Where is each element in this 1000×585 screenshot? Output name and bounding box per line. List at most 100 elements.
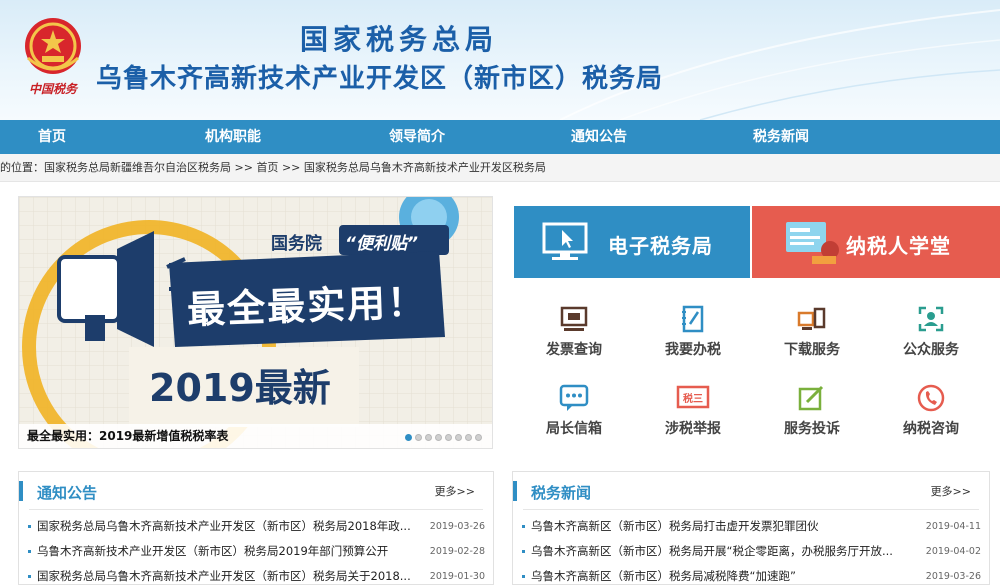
carousel-dot[interactable] xyxy=(465,434,472,441)
list-item-date: 2019-03-26 xyxy=(429,521,485,532)
bullet-icon xyxy=(28,575,31,578)
emblem-text: 中国税务 xyxy=(28,82,77,96)
list-item-title[interactable]: 乌鲁木齐高新区（新市区）税务局开展“税企零距离，办税服务厅开放... xyxy=(531,539,919,564)
notices-more-link[interactable]: 更多>> xyxy=(435,483,475,499)
service-label: 纳税咨询 xyxy=(903,421,959,437)
title-accent-bar xyxy=(19,481,23,501)
carousel-dots xyxy=(405,434,482,441)
tax-report-icon: 税三 xyxy=(676,385,710,409)
svg-text:税三: 税三 xyxy=(683,392,703,405)
phone-icon xyxy=(917,384,945,412)
notebook-pen-icon xyxy=(682,305,704,333)
service-label: 涉税举报 xyxy=(665,421,721,437)
banner-headline: 最全最实用！ xyxy=(186,279,428,333)
bullet-icon xyxy=(522,550,525,553)
bullet-icon xyxy=(28,525,31,528)
list-item-date: 2019-03-26 xyxy=(925,571,981,582)
breadcrumb-link-bureau[interactable]: 国家税务总局乌鲁木齐高新技术产业开发区税务局 xyxy=(304,161,546,174)
list-item-title[interactable]: 乌鲁木齐高新技术产业开发区（新市区）税务局2019年部门预算公开 xyxy=(37,539,435,564)
service-public[interactable]: 公众服务 xyxy=(881,305,981,359)
banner-carousel[interactable]: 国务院 “便利贴” 最全最实用！ 2019最新 最全最实用：2019最新增值税税… xyxy=(18,196,493,449)
nav-item-home[interactable]: 首页 xyxy=(14,120,90,154)
list-item-date: 2019-04-11 xyxy=(925,521,981,532)
edit-complaint-icon xyxy=(798,385,824,411)
news-list: 乌鲁木齐高新区（新市区）税务局打击虚开发票犯罪团伙 2019-04-11 乌鲁木… xyxy=(513,514,989,584)
notices-title[interactable]: 通知公告 xyxy=(37,482,97,503)
divider xyxy=(523,509,979,510)
service-download[interactable]: 下载服务 xyxy=(762,305,862,359)
news-title[interactable]: 税务新闻 xyxy=(531,482,591,503)
tax-emblem-logo[interactable]: 中国税务 xyxy=(20,14,86,100)
list-item-date: 2019-04-02 xyxy=(925,546,981,557)
service-consult[interactable]: 纳税咨询 xyxy=(881,384,981,438)
service-tax-report[interactable]: 税三 涉税举报 xyxy=(643,384,743,438)
tax-news-panel: 税务新闻 更多>> 乌鲁木齐高新区（新市区）税务局打击虚开发票犯罪团伙 2019… xyxy=(512,471,990,585)
banner-caption[interactable]: 最全最实用：2019最新增值税税率表 xyxy=(27,427,228,444)
chat-bubble-icon xyxy=(559,384,589,411)
download-devices-icon xyxy=(797,307,826,330)
service-label: 公众服务 xyxy=(903,342,959,358)
list-item[interactable]: 乌鲁木齐高新技术产业开发区（新市区）税务局2019年部门预算公开 2019-02… xyxy=(19,539,493,564)
service-do-tax[interactable]: 我要办税 xyxy=(643,305,743,359)
site-header: 中国税务 国家税务总局 乌鲁木齐高新技术产业开发区（新市区）税务局 xyxy=(0,0,1000,120)
breadcrumb-link-home[interactable]: 首页 xyxy=(256,161,278,174)
news-header: 税务新闻 更多>> xyxy=(513,472,989,510)
service-label: 局长信箱 xyxy=(546,421,602,437)
list-item[interactable]: 国家税务总局乌鲁木齐高新技术产业开发区（新市区）税务局2018年政... 201… xyxy=(19,514,493,539)
list-item[interactable]: 乌鲁木齐高新区（新市区）税务局打击虚开发票犯罪团伙 2019-04-11 xyxy=(513,514,989,539)
service-label: 服务投诉 xyxy=(784,421,840,437)
carousel-dot[interactable] xyxy=(455,434,462,441)
nav-item-leaders[interactable]: 领导简介 xyxy=(374,120,460,154)
carousel-dot[interactable] xyxy=(415,434,422,441)
breadcrumb-separator: >> xyxy=(281,161,301,174)
notices-list: 国家税务总局乌鲁木齐高新技术产业开发区（新市区）税务局2018年政... 201… xyxy=(19,514,493,584)
divider xyxy=(29,509,483,510)
banner-year-text: 2019最新 xyxy=(149,366,331,410)
person-frame-icon xyxy=(918,306,944,332)
bullet-icon xyxy=(522,575,525,578)
list-item-title[interactable]: 乌鲁木齐高新区（新市区）税务局减税降费“加速跑” xyxy=(531,564,919,584)
banner-tag-left: 国务院 xyxy=(271,234,322,254)
list-item-title[interactable]: 乌鲁木齐高新区（新市区）税务局打击虚开发票犯罪团伙 xyxy=(531,514,919,539)
nav-item-functions[interactable]: 机构职能 xyxy=(190,120,276,154)
taxpayer-school-tile[interactable]: 纳税人学堂 xyxy=(752,206,1000,278)
notices-panel: 通知公告 更多>> 国家税务总局乌鲁木齐高新技术产业开发区（新市区）税务局201… xyxy=(18,471,494,585)
site-subtitle: 乌鲁木齐高新技术产业开发区（新市区）税务局 xyxy=(96,64,664,94)
carousel-dot[interactable] xyxy=(475,434,482,441)
service-invoice-query[interactable]: 发票查询 xyxy=(524,305,624,359)
service-label: 我要办税 xyxy=(665,342,721,358)
service-label: 下载服务 xyxy=(784,342,840,358)
list-item-date: 2019-02-28 xyxy=(429,546,485,557)
monitor-icon xyxy=(560,306,588,331)
etax-bureau-label: 电子税务局 xyxy=(608,234,713,258)
list-item[interactable]: 乌鲁木齐高新区（新市区）税务局开展“税企零距离，办税服务厅开放... 2019-… xyxy=(513,539,989,564)
banner-tag-right: “便利贴” xyxy=(345,234,418,254)
bullet-icon xyxy=(522,525,525,528)
site-title: 国家税务总局 xyxy=(300,23,499,56)
carousel-dot[interactable] xyxy=(435,434,442,441)
main-nav: 首页 机构职能 领导简介 通知公告 税务新闻 xyxy=(0,120,1000,154)
list-item-title[interactable]: 国家税务总局乌鲁木齐高新技术产业开发区（新市区）税务局关于2018... xyxy=(37,564,435,584)
breadcrumb-link-province[interactable]: 国家税务总局新疆维吾尔自治区税务局 xyxy=(44,161,231,174)
nav-item-notices[interactable]: 通知公告 xyxy=(556,120,642,154)
bullet-icon xyxy=(28,550,31,553)
service-director-mailbox[interactable]: 局长信箱 xyxy=(524,384,624,438)
carousel-dot[interactable] xyxy=(405,434,412,441)
service-label: 发票查询 xyxy=(546,342,602,358)
etax-bureau-tile[interactable]: 电子税务局 xyxy=(514,206,750,278)
online-school-icon xyxy=(786,222,839,264)
computer-cursor-icon xyxy=(542,222,588,260)
list-item-date: 2019-01-30 xyxy=(429,571,485,582)
list-item-title[interactable]: 国家税务总局乌鲁木齐高新技术产业开发区（新市区）税务局2018年政... xyxy=(37,514,435,539)
breadcrumb: 的位置：国家税务总局新疆维吾尔自治区税务局 >> 首页 >> 国家税务总局乌鲁木… xyxy=(0,154,1000,182)
list-item[interactable]: 乌鲁木齐高新区（新市区）税务局减税降费“加速跑” 2019-03-26 xyxy=(513,564,989,584)
breadcrumb-prefix: 的位置： xyxy=(0,161,44,174)
service-complaint[interactable]: 服务投诉 xyxy=(762,384,862,438)
list-item[interactable]: 国家税务总局乌鲁木齐高新技术产业开发区（新市区）税务局关于2018... 201… xyxy=(19,564,493,584)
taxpayer-school-label: 纳税人学堂 xyxy=(846,234,951,258)
carousel-dot[interactable] xyxy=(425,434,432,441)
carousel-dot[interactable] xyxy=(445,434,452,441)
news-more-link[interactable]: 更多>> xyxy=(931,483,971,499)
nav-item-news[interactable]: 税务新闻 xyxy=(738,120,824,154)
title-accent-bar xyxy=(513,481,517,501)
